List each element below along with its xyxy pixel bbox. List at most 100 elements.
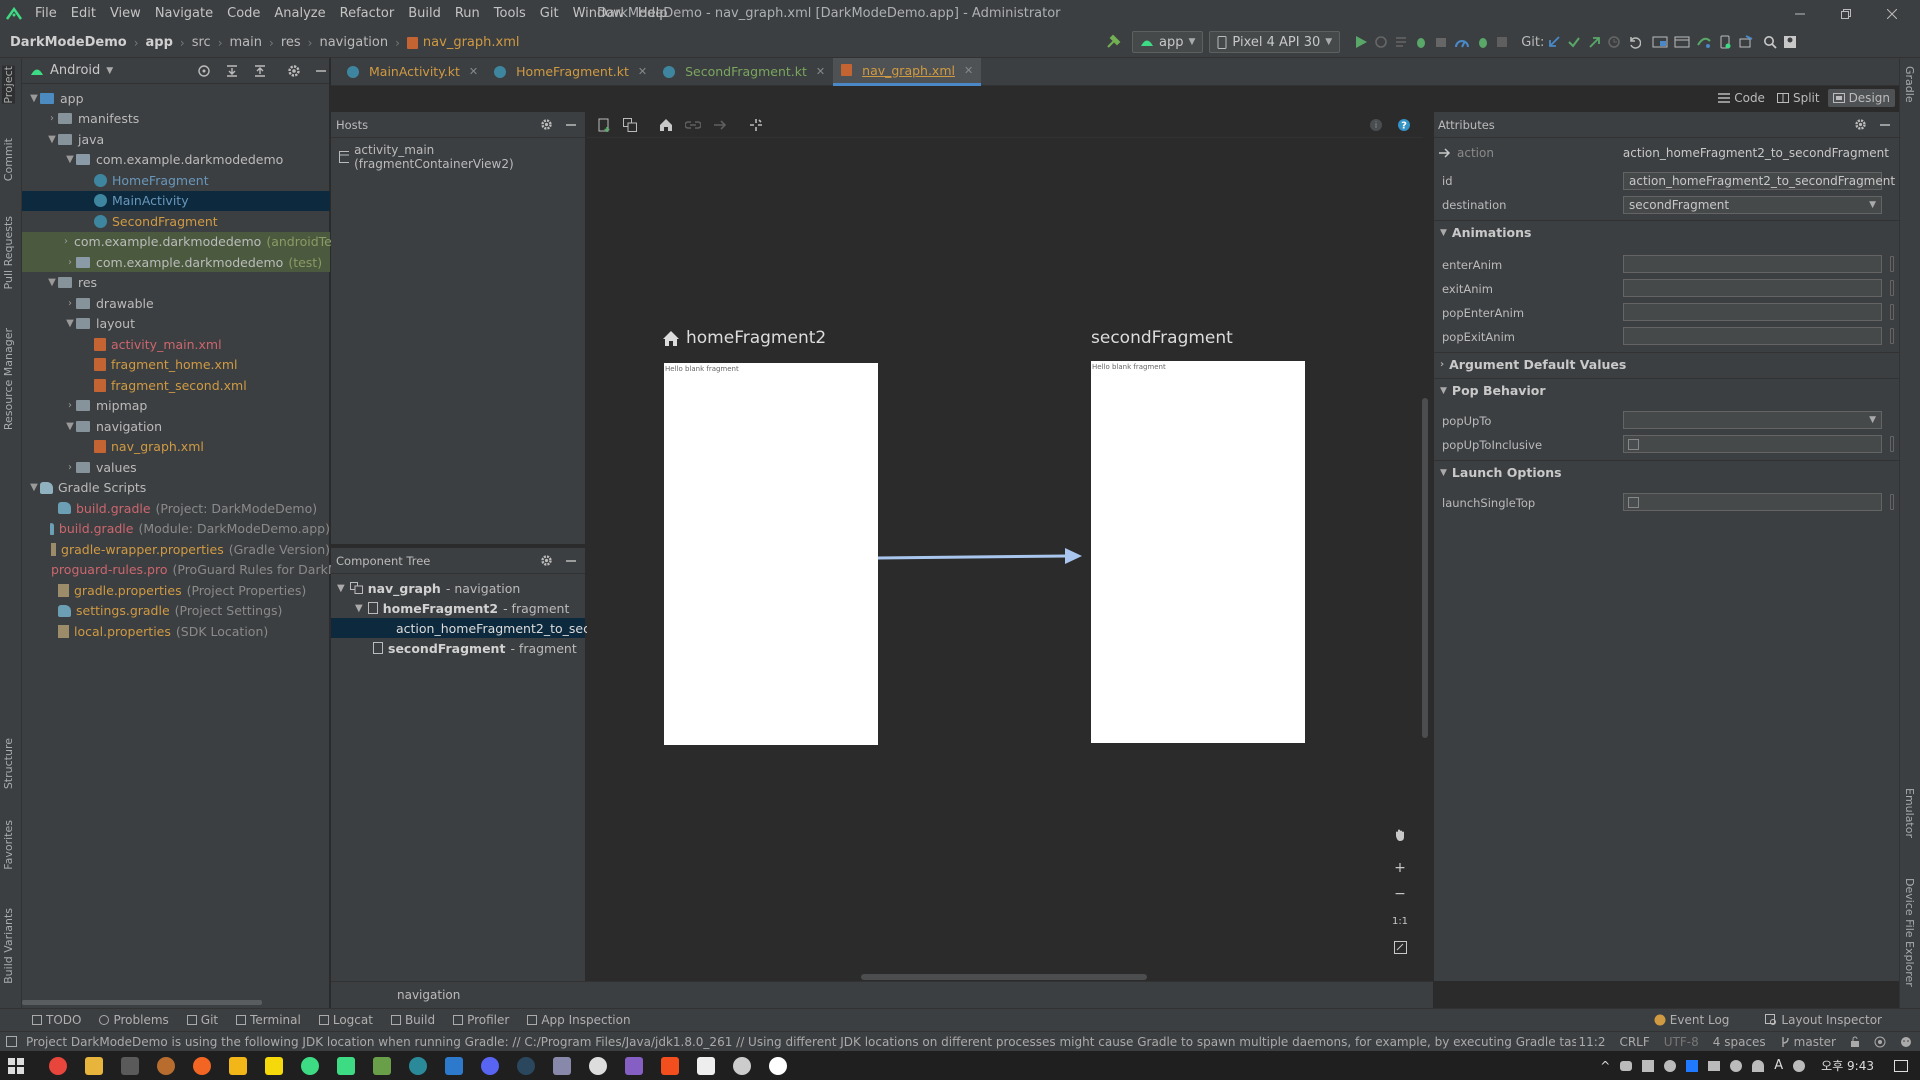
tree-item[interactable]: › mipmap xyxy=(22,396,330,416)
hide-panel-icon[interactable] xyxy=(315,65,327,77)
avd-manager-icon[interactable] xyxy=(1718,31,1732,53)
tree-item[interactable]: nav_graph.xml xyxy=(22,437,330,457)
menu-tools[interactable]: Tools xyxy=(487,0,533,28)
tree-item[interactable]: HomeFragment xyxy=(22,170,330,190)
profile-icon[interactable] xyxy=(1454,31,1470,53)
rollback-icon[interactable] xyxy=(1627,31,1642,53)
tab-todo[interactable]: TODO xyxy=(32,1013,81,1027)
menu-edit[interactable]: Edit xyxy=(64,0,103,28)
id-field[interactable]: action_homeFragment2_to_secondFragment xyxy=(1623,172,1895,190)
minimize-button[interactable] xyxy=(1777,0,1823,28)
section-argument-defaults[interactable]: › Argument Default Values xyxy=(1440,357,1626,372)
device-select[interactable]: Pixel 4 API 30 ▼ xyxy=(1209,31,1341,53)
deep-link-icon[interactable] xyxy=(685,119,701,131)
lock-icon[interactable] xyxy=(1850,1036,1860,1048)
vscode-icon[interactable] xyxy=(445,1056,463,1075)
warning-indicator-icon[interactable]: i xyxy=(1369,118,1383,132)
file-explorer-icon[interactable] xyxy=(85,1056,103,1075)
menu-code[interactable]: Code xyxy=(220,0,267,28)
action-arrow[interactable] xyxy=(877,543,1087,573)
figma-icon[interactable] xyxy=(661,1056,679,1075)
graph-breadcrumb[interactable]: navigation xyxy=(397,988,460,1002)
visual-studio-icon[interactable] xyxy=(625,1056,643,1075)
tree-item[interactable]: gradle-wrapper.properties (Gradle Version… xyxy=(22,539,330,559)
enteranim-field[interactable] xyxy=(1623,255,1882,273)
chevron-right-icon[interactable]: › xyxy=(64,257,76,268)
horizontal-scrollbar[interactable] xyxy=(22,1000,262,1005)
project-view-select[interactable]: Android ▼ xyxy=(22,63,113,78)
git-history-icon[interactable] xyxy=(1607,31,1621,53)
wifi-icon[interactable] xyxy=(1752,1059,1765,1072)
tab-gradle[interactable]: Gradle xyxy=(1903,66,1916,103)
locate-icon[interactable] xyxy=(197,64,211,78)
debug-icon[interactable] xyxy=(1414,31,1428,53)
section-animations[interactable]: ▼ Animations xyxy=(1440,225,1531,240)
chevron-down-icon[interactable]: ▼ xyxy=(46,277,58,288)
search-icon[interactable] xyxy=(1763,31,1777,53)
tree-item[interactable]: SecondFragment xyxy=(22,211,330,231)
tab-git[interactable]: Git xyxy=(186,1013,218,1027)
exitanim-field[interactable] xyxy=(1623,279,1882,297)
close-icon[interactable]: ✕ xyxy=(469,65,478,78)
pan-hand-icon[interactable] xyxy=(1389,824,1411,846)
view-mode-design[interactable]: Design xyxy=(1827,89,1895,107)
tab-pull-requests[interactable]: Pull Requests xyxy=(2,216,15,289)
section-pop-behavior[interactable]: ▼ Pop Behavior xyxy=(1440,383,1546,398)
app-icon[interactable] xyxy=(733,1056,751,1075)
chevron-right-icon[interactable]: › xyxy=(64,400,76,411)
app-icon[interactable] xyxy=(301,1056,319,1075)
popenteranim-field[interactable] xyxy=(1623,303,1882,321)
gear-icon[interactable] xyxy=(287,64,301,78)
steam-icon[interactable] xyxy=(517,1056,535,1075)
status-message[interactable]: Project DarkModeDemo is using the follow… xyxy=(26,1035,1576,1049)
tree-item[interactable]: gradle.properties (Project Properties) xyxy=(22,580,330,600)
caret-position[interactable]: 11:2 xyxy=(1579,1035,1606,1049)
popuptoinclusive-field[interactable] xyxy=(1623,435,1882,453)
home-icon[interactable] xyxy=(659,118,673,132)
tab-app-inspection[interactable]: App Inspection xyxy=(527,1013,631,1027)
zoom-in-icon[interactable]: + xyxy=(1389,857,1411,879)
close-icon[interactable]: ✕ xyxy=(964,64,973,77)
resource-picker-button[interactable] xyxy=(1890,494,1894,510)
tree-item[interactable]: › manifests xyxy=(22,109,330,129)
app-icon[interactable] xyxy=(121,1056,139,1075)
zoom-actual-size-button[interactable]: 1:1 xyxy=(1389,910,1411,932)
sync-gradle-icon[interactable] xyxy=(1696,31,1712,53)
tray-icon[interactable] xyxy=(1686,1059,1699,1072)
clock[interactable]: 오후 9:43 xyxy=(1821,1057,1874,1074)
tree-item[interactable]: activity_main.xml xyxy=(22,334,330,354)
tree-item[interactable]: ▼ app xyxy=(22,88,330,108)
destination-secondfragment[interactable]: Hello blank fragment xyxy=(1091,361,1305,743)
stop-icon[interactable] xyxy=(1496,31,1508,53)
tree-item[interactable]: build.gradle (Module: DarkModeDemo.app) xyxy=(22,519,330,539)
menu-navigate[interactable]: Navigate xyxy=(148,0,220,28)
zoom-to-fit-icon[interactable] xyxy=(1389,936,1411,958)
tree-item[interactable]: ▼ res xyxy=(22,273,330,293)
app-icon[interactable] xyxy=(229,1056,247,1075)
popupto-select[interactable]: ▼ xyxy=(1623,411,1882,429)
account-icon[interactable] xyxy=(1783,31,1797,53)
tray-icon[interactable] xyxy=(1793,1059,1806,1072)
tray-icon[interactable] xyxy=(1620,1060,1633,1071)
gear-icon[interactable] xyxy=(540,118,553,131)
tray-chevron-up-icon[interactable]: ^ xyxy=(1600,1059,1610,1073)
breadcrumb-item[interactable]: navigation xyxy=(319,35,388,50)
tree-item[interactable]: ▼ java xyxy=(22,129,330,149)
chevron-down-icon[interactable]: ▼ xyxy=(64,421,76,432)
hide-panel-icon[interactable] xyxy=(565,555,577,567)
github-icon[interactable] xyxy=(589,1056,607,1075)
tab-mainactivity[interactable]: MainActivity.kt ✕ xyxy=(339,58,486,86)
chevron-down-icon[interactable]: ▼ xyxy=(64,318,76,329)
app-icon[interactable] xyxy=(193,1056,211,1075)
tab-homefragment[interactable]: HomeFragment.kt ✕ xyxy=(486,58,655,86)
breadcrumb-item[interactable]: main xyxy=(230,35,262,50)
chevron-right-icon[interactable]: › xyxy=(64,298,76,309)
horizontal-scrollbar[interactable] xyxy=(861,974,1147,980)
auto-arrange-icon[interactable] xyxy=(749,118,763,132)
menu-run[interactable]: Run xyxy=(448,0,487,28)
breadcrumb-item[interactable]: src xyxy=(192,35,211,50)
app-icon[interactable] xyxy=(373,1056,391,1075)
section-launch-options[interactable]: ▼ Launch Options xyxy=(1440,465,1562,480)
tree-item[interactable]: ▼ layout xyxy=(22,314,330,334)
chevron-right-icon[interactable]: › xyxy=(46,113,58,124)
